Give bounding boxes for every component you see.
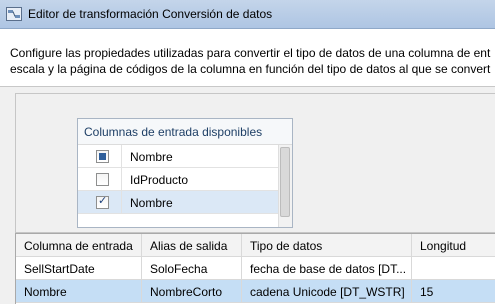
columns-scrollbar-thumb[interactable] [280, 147, 290, 217]
grid-header-row: Columna de entrada Alias de salida Tipo … [16, 234, 495, 257]
header-output-alias[interactable]: Alias de salida [142, 234, 242, 256]
conversion-grid: Columna de entrada Alias de salida Tipo … [15, 233, 495, 304]
cell-length[interactable]: 15 [412, 280, 495, 302]
header-data-type[interactable]: Tipo de datos [242, 234, 412, 256]
column-label: IdProducto [130, 173, 189, 187]
column-row-nombre[interactable]: Nombre [78, 191, 292, 214]
idproducto-checkbox[interactable] [96, 173, 109, 186]
available-columns-title: Columnas de entrada disponibles [78, 119, 292, 145]
nombre-checkbox[interactable] [96, 194, 109, 209]
cell-output-alias[interactable]: NombreCorto [142, 280, 242, 302]
column-header-label: Nombre [130, 150, 173, 164]
transform-icon [6, 7, 22, 21]
description-text: Configure las propiedades utilizadas par… [10, 46, 491, 76]
title-bar: Editor de transformación Conversión de d… [0, 0, 495, 29]
cell-input-column[interactable]: Nombre [16, 280, 142, 302]
cell-output-alias[interactable]: SoloFecha [142, 257, 242, 279]
table-row[interactable]: Nombre NombreCorto cadena Unicode [DT_WS… [16, 280, 495, 303]
header-length[interactable]: Longitud [412, 234, 495, 256]
cell-input-column[interactable]: SellStartDate [16, 257, 142, 279]
checkbox-cell [78, 191, 122, 213]
cell-length[interactable] [412, 257, 495, 279]
window-title: Editor de transformación Conversión de d… [28, 7, 273, 21]
cell-data-type[interactable]: fecha de base de datos [DT... [242, 257, 412, 279]
available-columns-box[interactable]: Columnas de entrada disponibles Nombre I… [77, 118, 293, 228]
checkbox-cell [78, 145, 122, 167]
column-row-select-all[interactable]: Nombre [78, 145, 292, 168]
column-label: Nombre [130, 196, 173, 210]
header-input-column[interactable]: Columna de entrada [16, 234, 142, 256]
description-header: Configure las propiedades utilizadas par… [0, 29, 495, 87]
select-all-checkbox[interactable] [96, 150, 109, 163]
checkbox-cell [78, 168, 122, 190]
table-row[interactable]: SellStartDate SoloFecha fecha de base de… [16, 257, 495, 280]
column-row-idproducto[interactable]: IdProducto [78, 168, 292, 191]
cell-data-type[interactable]: cadena Unicode [DT_WSTR] [242, 280, 412, 302]
